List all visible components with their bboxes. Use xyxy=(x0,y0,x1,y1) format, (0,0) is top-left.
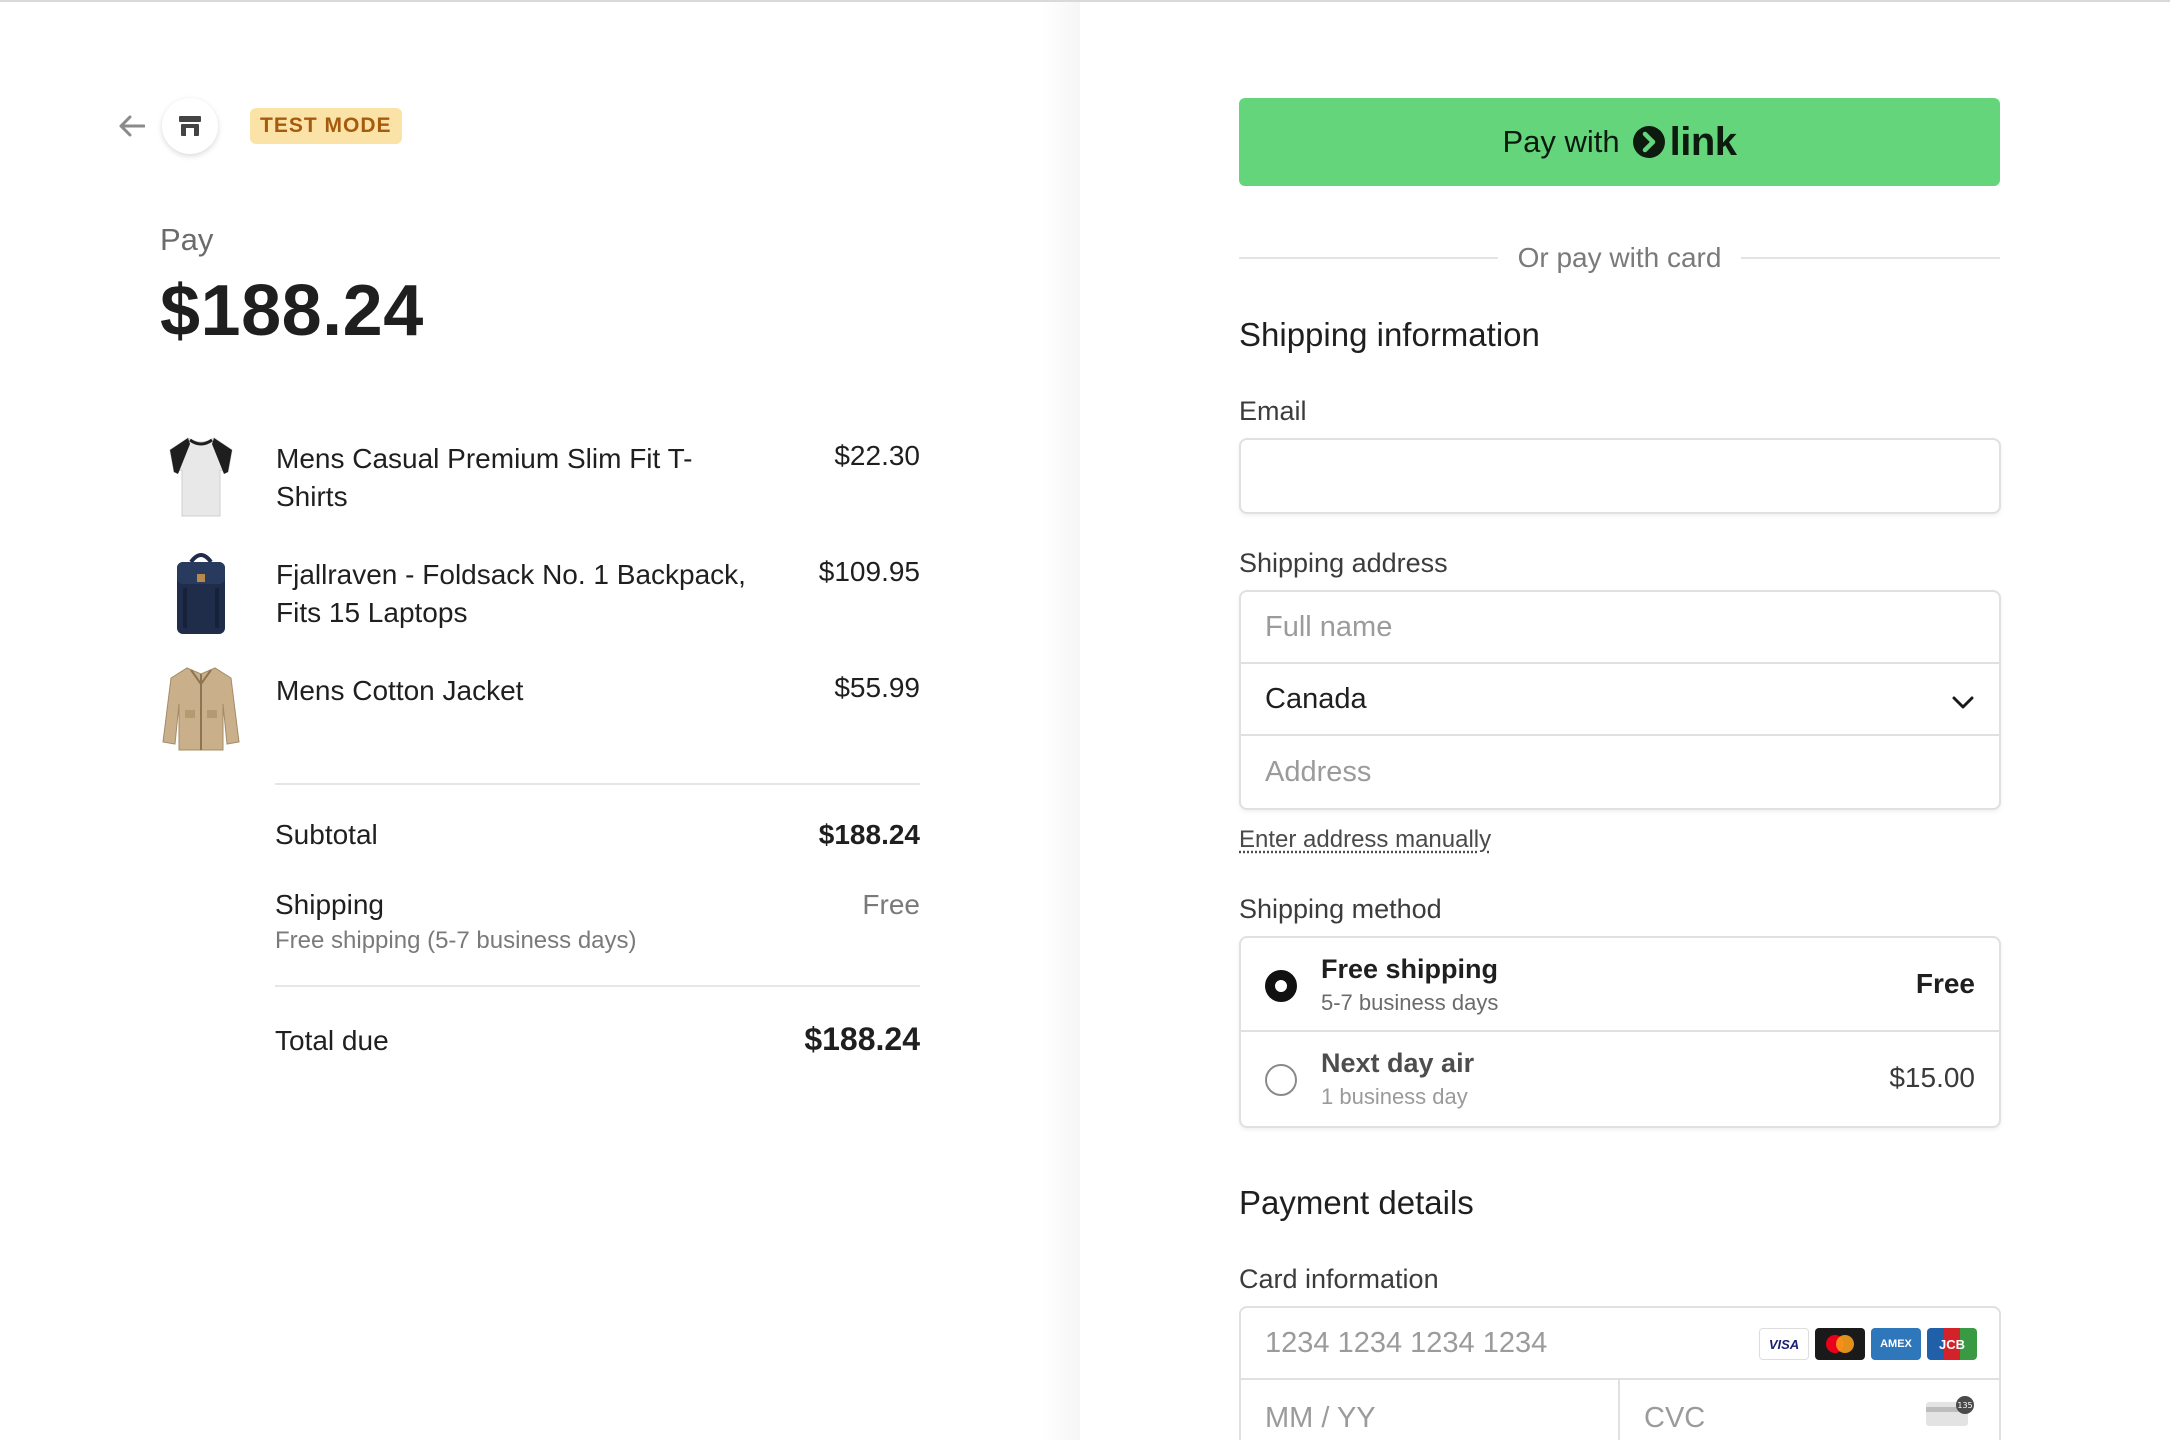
shipping-value: Free xyxy=(862,889,920,920)
tshirt-thumbnail xyxy=(160,430,242,522)
pay-with-link-button[interactable]: Pay with link xyxy=(1239,98,2000,186)
card-number-input[interactable]: 1234 1234 1234 1234 VISA AMEX JCB xyxy=(1241,1308,1999,1380)
item-name: Fjallraven - Foldsack No. 1 Backpack, Fi… xyxy=(276,559,746,628)
card-brands: VISA AMEX JCB xyxy=(1759,1328,1977,1360)
radio-unselected[interactable] xyxy=(1265,1064,1297,1096)
shipping-option-price: Free xyxy=(1915,968,1975,999)
shipping-option-free[interactable]: Free shipping 5-7 business days Free xyxy=(1241,938,1999,1032)
shipping-method-label: Shipping method xyxy=(1239,894,1442,924)
amex-icon: AMEX xyxy=(1871,1328,1921,1360)
shipping-option-next-day[interactable]: Next day air 1 business day $15.00 xyxy=(1241,1032,1999,1126)
shipping-address-label: Shipping address xyxy=(1239,548,1448,578)
radio-selected[interactable] xyxy=(1265,970,1297,1002)
full-name-input[interactable]: Full name xyxy=(1241,592,1999,664)
link-arrow-icon xyxy=(1632,126,1665,158)
or-pay-with-card: Or pay with card xyxy=(1517,242,1722,273)
expiry-input[interactable]: MM / YY xyxy=(1241,1380,1620,1440)
totals-section: Subtotal $188.24 Shipping Free Free ship… xyxy=(275,783,920,1057)
store-icon xyxy=(162,98,218,154)
shipping-option-title: Next day air xyxy=(1321,1048,1475,1078)
cvc-card-icon: 135 xyxy=(1925,1396,1975,1436)
test-mode-badge: TEST MODE xyxy=(250,108,402,144)
divider-line xyxy=(1741,257,2001,259)
item-price: $55.99 xyxy=(834,672,920,703)
item-name: Mens Casual Premium Slim Fit T-Shirts xyxy=(276,443,693,512)
card-expiry-cvc-row: MM / YY CVC 135 xyxy=(1241,1380,1999,1440)
total-row: Total due $188.24 xyxy=(275,1021,920,1057)
or-divider: Or pay with card xyxy=(1239,242,2001,274)
card-number-placeholder: 1234 1234 1234 1234 xyxy=(1265,1326,1548,1359)
shipping-option-price: $15.00 xyxy=(1889,1062,1975,1093)
arrow-left-icon[interactable] xyxy=(112,106,152,146)
link-logo: link xyxy=(1632,120,1737,165)
shipping-option-desc: 5-7 business days xyxy=(1321,990,1499,1015)
backpack-thumbnail xyxy=(160,546,242,638)
subtotal-value: $188.24 xyxy=(818,819,920,850)
item-price: $22.30 xyxy=(834,440,920,471)
email-field-wrapper xyxy=(1239,438,2001,514)
item-name: Mens Cotton Jacket xyxy=(276,675,524,706)
cvc-placeholder: CVC xyxy=(1644,1401,1706,1434)
line-item: Fjallraven - Foldsack No. 1 Backpack, Fi… xyxy=(160,546,920,662)
checkout-form: Pay with link Or pay with card Shipping … xyxy=(1239,98,2001,1440)
total-value: $188.24 xyxy=(804,1021,920,1057)
shipping-option-title: Free shipping xyxy=(1321,954,1499,984)
subtotal-row: Subtotal $188.24 xyxy=(275,819,920,851)
address-input[interactable]: Address xyxy=(1241,736,1999,808)
shipping-description: Free shipping (5-7 business days) xyxy=(275,927,637,954)
jacket-thumbnail xyxy=(160,662,242,754)
item-price: $109.95 xyxy=(818,556,920,587)
card-information-label: Card information xyxy=(1239,1264,1439,1294)
divider xyxy=(275,783,920,785)
jcb-icon: JCB xyxy=(1927,1328,1977,1360)
link-brand-text: link xyxy=(1669,119,1737,164)
shipping-address-group: Full name Canada Address xyxy=(1239,590,2001,810)
payment-details-heading: Payment details xyxy=(1239,1184,1474,1221)
mastercard-icon xyxy=(1815,1328,1865,1360)
panel-divider-shadow xyxy=(1040,2,1080,1440)
card-input-group: 1234 1234 1234 1234 VISA AMEX JCB MM / Y… xyxy=(1239,1306,2001,1440)
shipping-option-desc: 1 business day xyxy=(1321,1084,1468,1109)
divider-line xyxy=(1239,257,1498,259)
country-value: Canada xyxy=(1265,682,1367,715)
total-amount: $188.24 xyxy=(160,271,424,351)
svg-text:135: 135 xyxy=(1957,1401,1972,1410)
shipping-row: Shipping Free Free shipping (5-7 busines… xyxy=(275,889,920,955)
country-select[interactable]: Canada xyxy=(1241,664,1999,736)
shipping-information-heading: Shipping information xyxy=(1239,316,1540,353)
email-field[interactable] xyxy=(1241,440,1999,512)
chevron-down-icon xyxy=(1951,688,1975,721)
shipping-label: Shipping xyxy=(275,889,384,920)
line-item: Mens Cotton Jacket $55.99 xyxy=(160,662,920,778)
divider xyxy=(275,985,920,987)
shipping-method-group: Free shipping 5-7 business days Free Nex… xyxy=(1239,936,2001,1128)
cvc-input[interactable]: CVC 135 xyxy=(1620,1380,1999,1440)
visa-icon: VISA xyxy=(1759,1328,1809,1360)
enter-address-manually-link[interactable]: Enter address manually xyxy=(1239,826,1491,854)
line-items: Mens Casual Premium Slim Fit T-Shirts $2… xyxy=(160,430,920,778)
pay-label: Pay xyxy=(160,222,214,257)
email-label: Email xyxy=(1239,396,1307,426)
checkout-header: TEST MODE xyxy=(112,96,402,156)
pay-with-label: Pay with xyxy=(1502,124,1620,159)
line-item: Mens Casual Premium Slim Fit T-Shirts $2… xyxy=(160,430,920,546)
